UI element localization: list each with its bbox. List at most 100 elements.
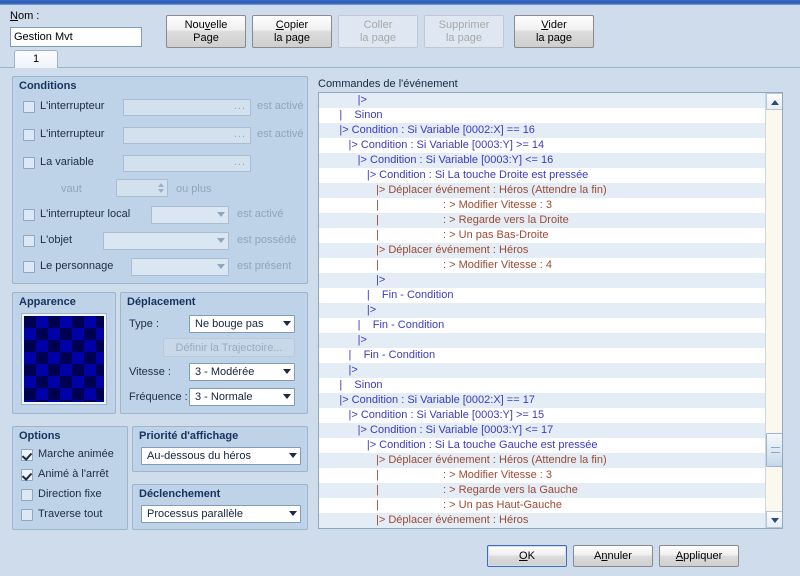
command-row[interactable]: |> Condition : Si Variable [0002:X] == 1…	[319, 393, 765, 408]
declenchement-value: Processus parallèle	[147, 508, 243, 520]
condition-object-select[interactable]	[103, 232, 229, 250]
command-row[interactable]: | Fin - Condition	[319, 348, 765, 363]
option-direction-fixe-checkbox[interactable]	[21, 489, 33, 501]
vitesse-value: 3 - Modérée	[195, 366, 255, 378]
command-row[interactable]: |> Condition : Si Variable [0003:Y] >= 1…	[319, 138, 765, 153]
commands-scrollbar[interactable]	[765, 93, 782, 528]
condition-switch2-checkbox[interactable]	[23, 129, 35, 141]
chevron-down-icon[interactable]	[283, 394, 291, 399]
option-traverse-tout-checkbox[interactable]	[21, 509, 33, 521]
new-page-button[interactable]: Nouvelle Page	[166, 15, 246, 48]
command-row[interactable]: | : > Un pas Haut-Gauche	[319, 498, 765, 513]
condition-actor-checkbox[interactable]	[23, 261, 35, 273]
scrollbar-thumb[interactable]	[766, 433, 782, 467]
chevron-down-icon[interactable]	[283, 369, 291, 374]
command-row[interactable]: |> Condition : Si Variable [0003:Y] >= 1…	[319, 408, 765, 423]
new-page-button-line2: Page	[193, 32, 219, 44]
cancel-button[interactable]: Annuler	[573, 545, 653, 567]
declenchement-title: Déclenchement	[139, 488, 221, 500]
command-row[interactable]: |> Déplacer événement : Héros (Attendre …	[319, 453, 765, 468]
clear-page-button[interactable]: Vider la page	[514, 15, 594, 48]
tab-page-1[interactable]: 1	[14, 50, 58, 68]
command-row[interactable]: |> Déplacer événement : Héros	[319, 513, 765, 528]
page-toolbar: Nom : NouvellePage Copierla page Collerl…	[0, 5, 800, 50]
command-row[interactable]: |>	[319, 93, 765, 108]
options-title: Options	[19, 430, 61, 442]
command-row[interactable]: |>	[319, 363, 765, 378]
apply-button[interactable]: Appliquer	[659, 545, 739, 567]
option-traverse-tout-label: Traverse tout	[38, 508, 103, 520]
priorite-select[interactable]: Au-dessous du héros	[141, 447, 301, 465]
command-row[interactable]: |> Déplacer événement : Héros (Attendre …	[319, 183, 765, 198]
event-commands-list[interactable]: |> | Sinon |> Condition : Si Variable [0…	[318, 92, 783, 529]
apparence-group: Apparence	[12, 292, 116, 414]
chevron-down-icon[interactable]	[217, 212, 225, 217]
command-row[interactable]: | : > Modifier Vitesse : 4	[319, 258, 765, 273]
dialog-footer: OK Annuler Appliquer	[0, 536, 800, 576]
copy-page-button[interactable]: Copier la page	[252, 15, 332, 48]
declenchement-select[interactable]: Processus parallèle	[141, 505, 301, 523]
command-row[interactable]: | : > Modifier Vitesse : 4	[319, 528, 765, 529]
command-row[interactable]: | : > Modifier Vitesse : 3	[319, 468, 765, 483]
command-row[interactable]: |> Condition : Si Variable [0003:Y] <= 1…	[319, 153, 765, 168]
page-tabs: 1	[0, 50, 800, 68]
condition-switch1-checkbox[interactable]	[23, 101, 35, 113]
command-row[interactable]: |> Condition : Si Variable [0002:X] == 1…	[319, 123, 765, 138]
chevron-down-icon[interactable]	[289, 453, 297, 458]
command-row[interactable]: |> Condition : Si La touche Droite est p…	[319, 168, 765, 183]
condition-variable-browse-icon[interactable]: ...	[234, 156, 246, 168]
scroll-up-button[interactable]	[766, 93, 782, 110]
command-row[interactable]: | Sinon	[319, 378, 765, 393]
command-row[interactable]: | : > Regarde vers la Gauche	[319, 483, 765, 498]
chevron-down-icon[interactable]	[283, 321, 291, 326]
command-row[interactable]: | Fin - Condition	[319, 288, 765, 303]
chevron-down-icon[interactable]	[217, 264, 225, 269]
option-marche-animee-checkbox[interactable]	[21, 449, 33, 461]
condition-object-checkbox[interactable]	[23, 235, 35, 247]
command-row[interactable]: | : > Un pas Bas-Droite	[319, 228, 765, 243]
command-row[interactable]: | : > Modifier Vitesse : 3	[319, 198, 765, 213]
condition-variable-field[interactable]: ...	[123, 155, 251, 172]
command-row[interactable]: |>	[319, 303, 765, 318]
condition-switch2-browse-icon[interactable]: ...	[234, 128, 246, 140]
condition-local-switch-checkbox[interactable]	[23, 209, 35, 221]
condition-switch2-field[interactable]: ...	[123, 127, 251, 144]
condition-local-switch-select[interactable]	[151, 206, 229, 224]
stepper-up-icon[interactable]	[158, 183, 164, 187]
paste-page-button-line2: la page	[359, 32, 397, 44]
ok-button[interactable]: OK	[487, 545, 567, 567]
stepper-down-icon[interactable]	[158, 189, 164, 193]
vitesse-select[interactable]: 3 - Modérée	[189, 363, 295, 381]
type-label: Type :	[129, 318, 159, 330]
vaut-value-stepper[interactable]	[116, 179, 168, 197]
chevron-down-icon[interactable]	[217, 238, 225, 243]
condition-local-switch-label: L'interrupteur local	[40, 208, 131, 220]
command-row[interactable]: | Fin - Condition	[319, 318, 765, 333]
command-row[interactable]: |>	[319, 333, 765, 348]
command-row[interactable]: | Sinon	[319, 108, 765, 123]
condition-switch1-browse-icon[interactable]: ...	[234, 100, 246, 112]
command-row[interactable]: |>	[319, 273, 765, 288]
character-sprite-image	[24, 316, 104, 402]
command-row[interactable]: |> Condition : Si Variable [0003:Y] <= 1…	[319, 423, 765, 438]
event-name-input[interactable]	[10, 27, 142, 47]
condition-switch2-suffix: est activé	[257, 128, 304, 140]
option-anime-arret-checkbox[interactable]	[21, 469, 33, 481]
clear-page-button-line2: la page	[535, 32, 573, 44]
condition-object-suffix: est possédé	[237, 234, 297, 246]
delete-page-button: Supprimer la page	[424, 15, 504, 48]
event-commands-rows[interactable]: |> | Sinon |> Condition : Si Variable [0…	[319, 93, 765, 529]
paste-page-button-line1: Coller	[363, 19, 393, 31]
command-row[interactable]: |> Déplacer événement : Héros	[319, 243, 765, 258]
condition-switch1-field[interactable]: ...	[123, 99, 251, 116]
command-row[interactable]: | : > Regarde vers la Droite	[319, 213, 765, 228]
condition-variable-checkbox[interactable]	[23, 157, 35, 169]
condition-variable-label: La variable	[40, 156, 94, 168]
command-row[interactable]: |> Condition : Si La touche Gauche est p…	[319, 438, 765, 453]
chevron-down-icon[interactable]	[289, 511, 297, 516]
type-select[interactable]: Ne bouge pas	[189, 315, 295, 333]
apparence-preview[interactable]	[21, 313, 107, 405]
scroll-down-button[interactable]	[766, 511, 782, 528]
condition-actor-select[interactable]	[131, 258, 229, 276]
frequence-select[interactable]: 3 - Normale	[189, 388, 295, 406]
